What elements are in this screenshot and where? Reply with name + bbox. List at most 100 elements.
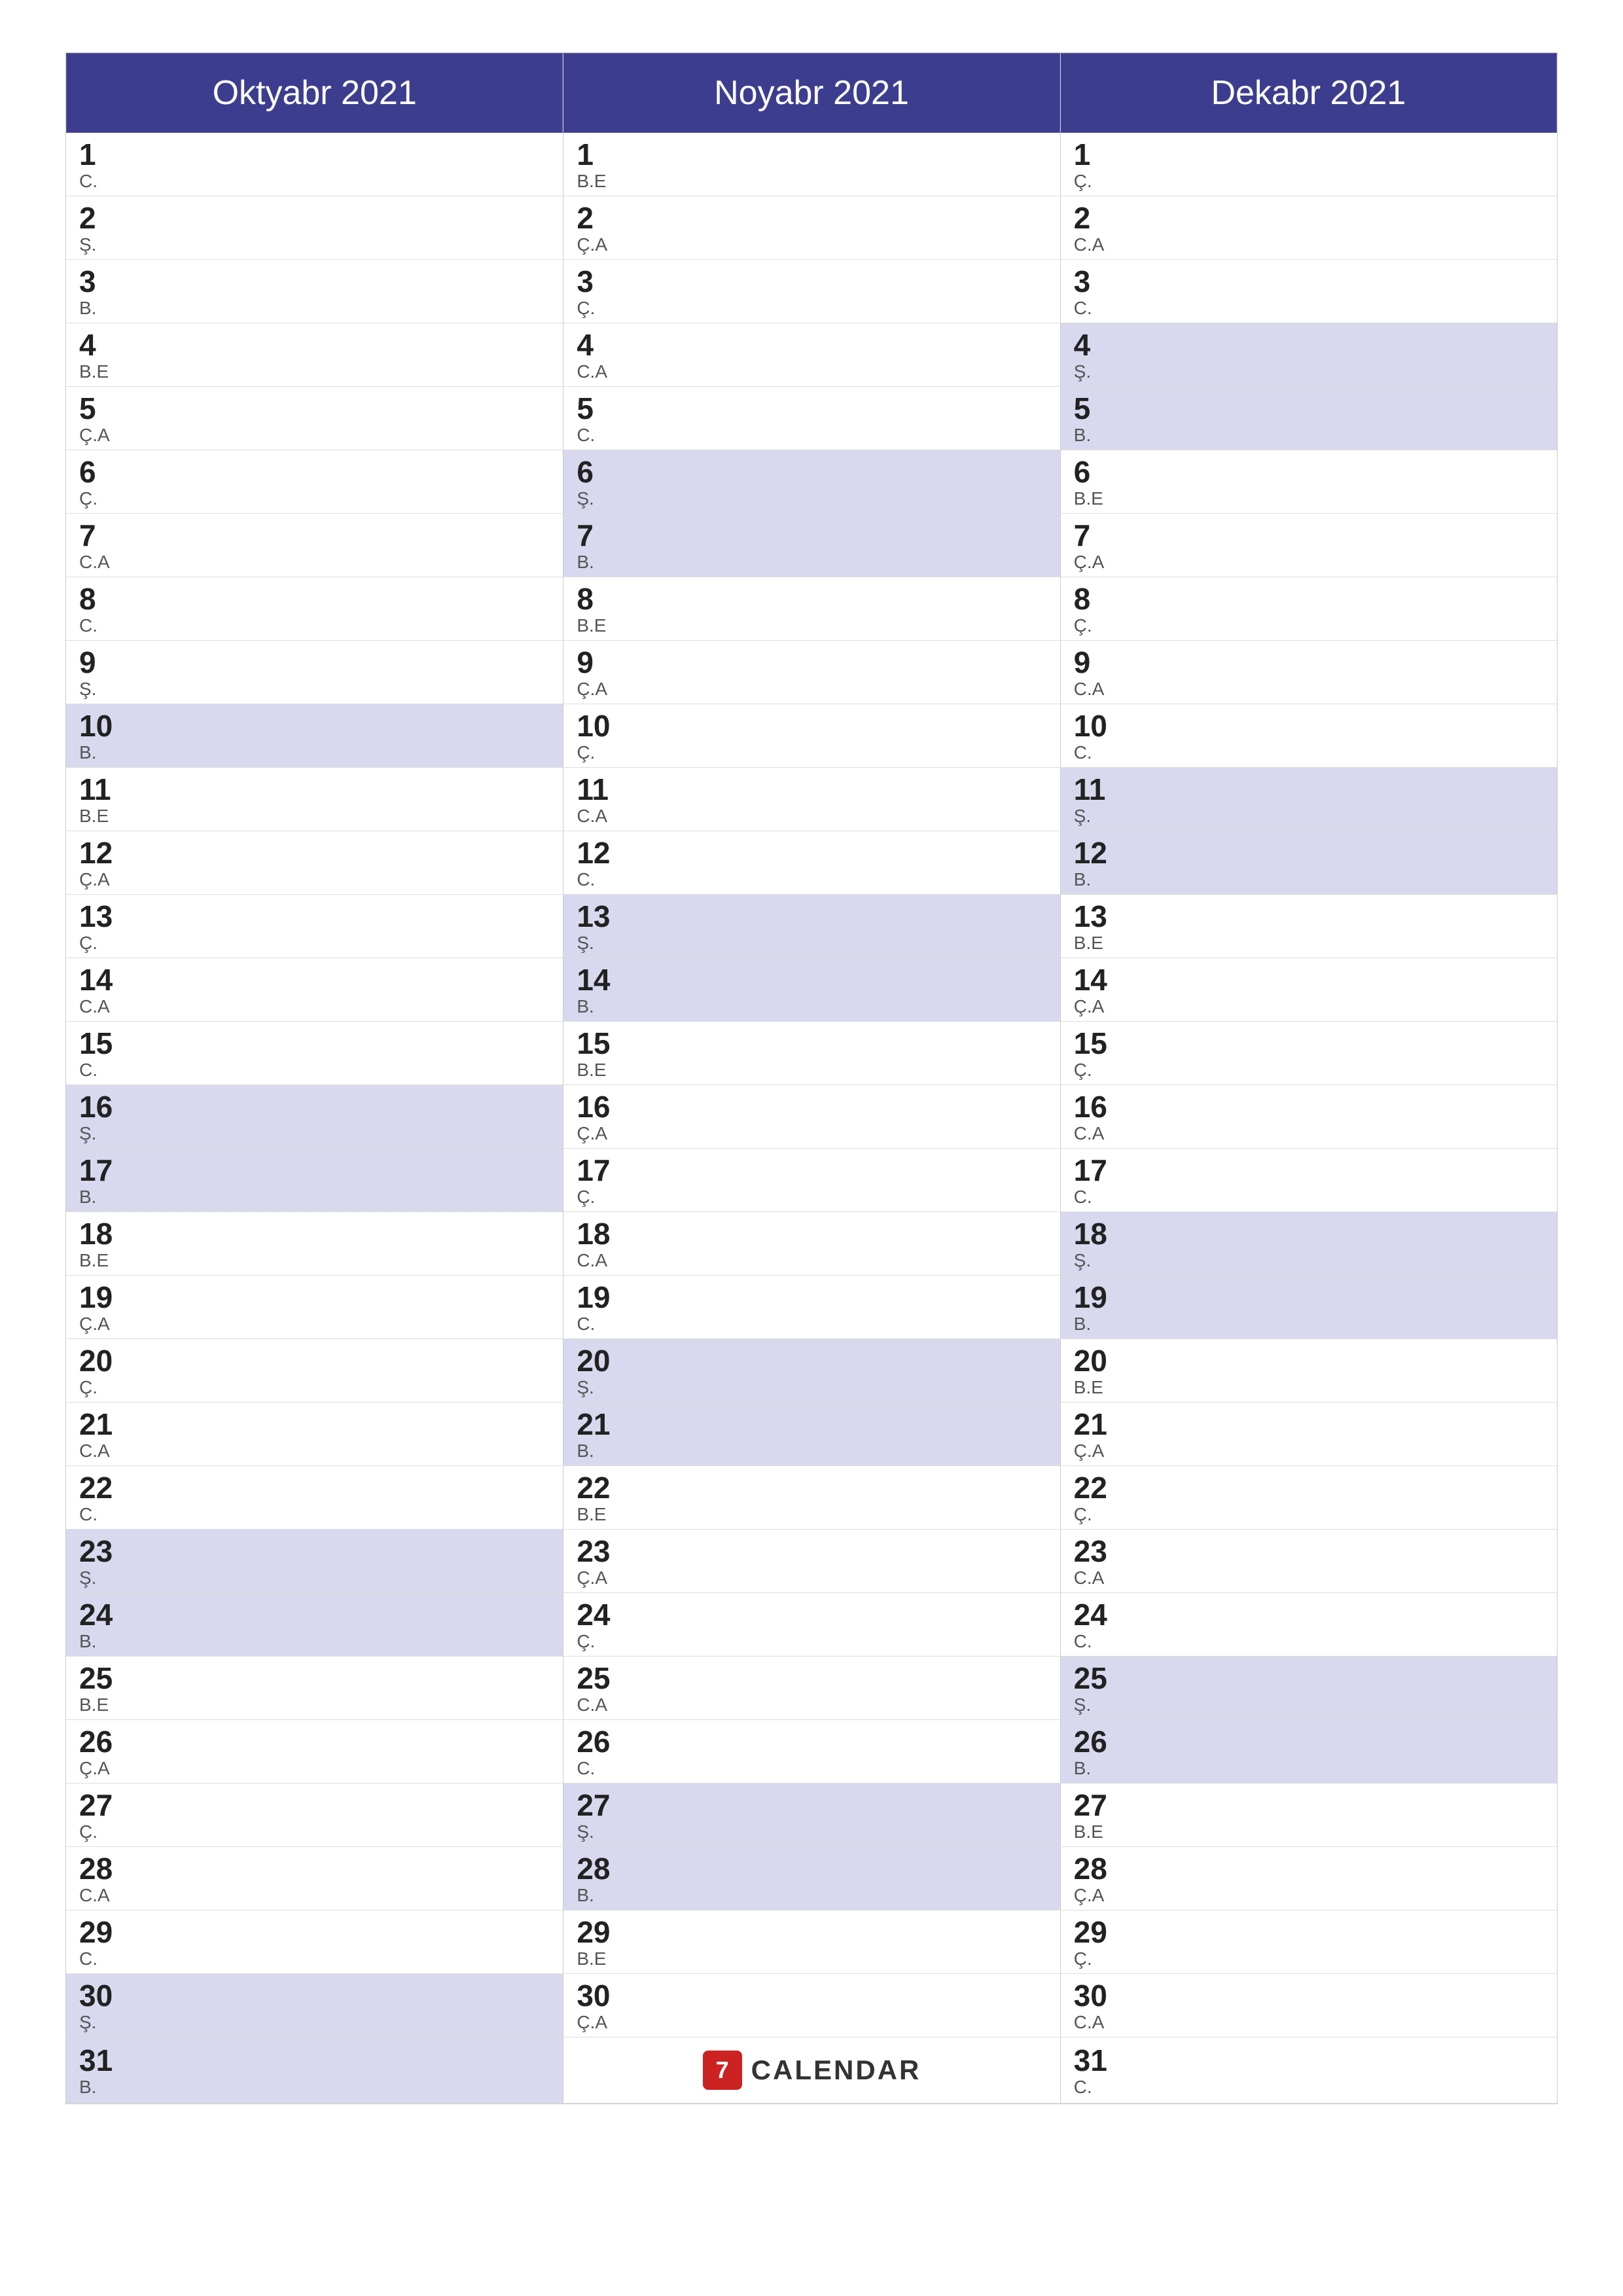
day-name: C. — [577, 1758, 1046, 1779]
day-row-m0-d14: 15C. — [66, 1022, 563, 1085]
day-name: C. — [1074, 742, 1544, 763]
day-number: 25 — [1074, 1663, 1544, 1693]
day-number: 21 — [577, 1409, 1046, 1439]
day-row-m2-d3: 4Ş. — [1060, 323, 1557, 387]
day-name: B. — [577, 996, 1046, 1017]
page: Oktyabr 2021Noyabr 2021Dekabr 20211C.1B.… — [0, 0, 1623, 2296]
day-row-m0-d28: 29C. — [66, 1910, 563, 1974]
day-row-m2-d15: 16C.A — [1060, 1085, 1557, 1149]
day-row-m2-d0: 1Ç. — [1060, 133, 1557, 196]
day-number: 1 — [577, 139, 1046, 170]
day-name: Ç. — [79, 933, 550, 954]
day-name: B.E — [1074, 1377, 1544, 1398]
day-number: 6 — [577, 457, 1046, 487]
day-name: Ç.A — [1074, 552, 1544, 573]
day-name: C.A — [1074, 1568, 1544, 1588]
day-number: 10 — [79, 711, 550, 741]
day-name: Ç. — [577, 1631, 1046, 1652]
day-name: B.E — [577, 1948, 1046, 1969]
day-name: Ç.A — [577, 1568, 1046, 1588]
day-row-m0-d10: 11B.E — [66, 768, 563, 831]
day-number: 13 — [577, 901, 1046, 931]
day-number: 14 — [79, 965, 550, 995]
day-name: Ç.A — [79, 1758, 550, 1779]
day-row-m1-d8: 9Ç.A — [563, 641, 1060, 704]
day-name: B. — [1074, 1314, 1544, 1335]
day-name: Ş. — [79, 2012, 550, 2033]
day-number: 13 — [79, 901, 550, 931]
day-number: 12 — [1074, 838, 1544, 868]
day-row-m2-d30: 31C. — [1060, 2037, 1557, 2104]
day-name: C. — [79, 171, 550, 192]
day-name: Ş. — [79, 1568, 550, 1588]
day-name: Ç.A — [577, 1123, 1046, 1144]
day-name: Ş. — [577, 1821, 1046, 1842]
day-name: Ç. — [1074, 171, 1544, 192]
day-name: C.A — [577, 1250, 1046, 1271]
day-name: B. — [1074, 869, 1544, 890]
day-name: C. — [79, 1948, 550, 1969]
day-number: 21 — [1074, 1409, 1544, 1439]
day-name: B.E — [1074, 1821, 1544, 1842]
day-name: C. — [79, 1504, 550, 1525]
day-number: 22 — [577, 1473, 1046, 1503]
day-row-m0-d20: 21C.A — [66, 1403, 563, 1466]
day-number: 9 — [79, 647, 550, 677]
day-name: Ç. — [1074, 1504, 1544, 1525]
day-row-m0-d3: 4B.E — [66, 323, 563, 387]
day-row-m0-d16: 17B. — [66, 1149, 563, 1212]
day-name: C.A — [79, 552, 550, 573]
day-name: Ç.A — [577, 2012, 1046, 2033]
day-row-m0-d17: 18B.E — [66, 1212, 563, 1276]
day-row-m2-d25: 26B. — [1060, 1720, 1557, 1784]
day-number: 29 — [1074, 1917, 1544, 1947]
day-number: 6 — [79, 457, 550, 487]
day-name: C.A — [577, 361, 1046, 382]
day-name: B.E — [577, 1060, 1046, 1081]
day-number: 27 — [79, 1790, 550, 1820]
day-name: C. — [577, 869, 1046, 890]
day-number: 29 — [577, 1917, 1046, 1947]
day-number: 20 — [577, 1346, 1046, 1376]
day-row-m0-d12: 13Ç. — [66, 895, 563, 958]
day-row-m1-d5: 6Ş. — [563, 450, 1060, 514]
day-row-m1-d3: 4C.A — [563, 323, 1060, 387]
day-row-m0-d11: 12Ç.A — [66, 831, 563, 895]
day-name: Ş. — [79, 1123, 550, 1144]
day-name: C.A — [1074, 2012, 1544, 2033]
day-row-m1-d11: 12C. — [563, 831, 1060, 895]
day-row-m0-d22: 23Ş. — [66, 1530, 563, 1593]
day-row-m1-d28: 29B.E — [563, 1910, 1060, 1974]
day-row-m1-d12: 13Ş. — [563, 895, 1060, 958]
day-number: 24 — [79, 1600, 550, 1630]
day-name: Ç.A — [577, 234, 1046, 255]
day-row-m2-d16: 17C. — [1060, 1149, 1557, 1212]
day-name: B. — [79, 742, 550, 763]
day-name: Ç.A — [1074, 996, 1544, 1017]
day-number: 8 — [1074, 584, 1544, 614]
day-number: 4 — [577, 330, 1046, 360]
day-number: 30 — [1074, 1981, 1544, 2011]
day-row-m1-d20: 21B. — [563, 1403, 1060, 1466]
day-number: 19 — [79, 1282, 550, 1312]
day-number: 9 — [577, 647, 1046, 677]
day-number: 4 — [1074, 330, 1544, 360]
day-name: B.E — [577, 171, 1046, 192]
day-row-m0-d29: 30Ş. — [66, 1974, 563, 2037]
day-name: C. — [1074, 2077, 1544, 2098]
day-row-m0-d19: 20Ç. — [66, 1339, 563, 1403]
day-row-m2-d8: 9C.A — [1060, 641, 1557, 704]
day-name: C. — [79, 615, 550, 636]
day-name: Ç. — [577, 742, 1046, 763]
day-number: 5 — [79, 393, 550, 423]
day-name: Ç. — [79, 1377, 550, 1398]
day-number: 15 — [1074, 1028, 1544, 1058]
day-number: 11 — [79, 774, 550, 804]
day-name: B. — [577, 552, 1046, 573]
day-number: 3 — [577, 266, 1046, 296]
day-name: B. — [1074, 425, 1544, 446]
day-number: 10 — [577, 711, 1046, 741]
day-row-m1-d21: 22B.E — [563, 1466, 1060, 1530]
day-row-m1-d17: 18C.A — [563, 1212, 1060, 1276]
day-number: 28 — [79, 1854, 550, 1884]
